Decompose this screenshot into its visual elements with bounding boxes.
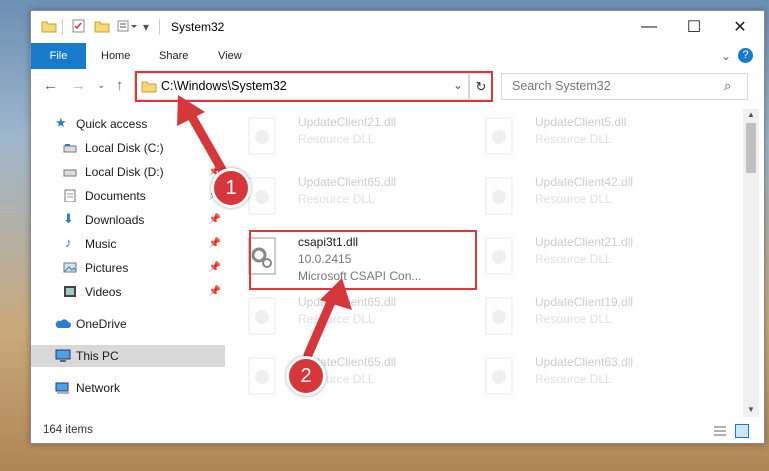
arrow-step-2 bbox=[303, 290, 339, 360]
step-1-badge: 1 bbox=[211, 168, 251, 208]
arrow-step-1 bbox=[183, 105, 230, 180]
step-2-badge: 2 bbox=[286, 356, 326, 396]
annotation-arrows bbox=[177, 95, 352, 360]
